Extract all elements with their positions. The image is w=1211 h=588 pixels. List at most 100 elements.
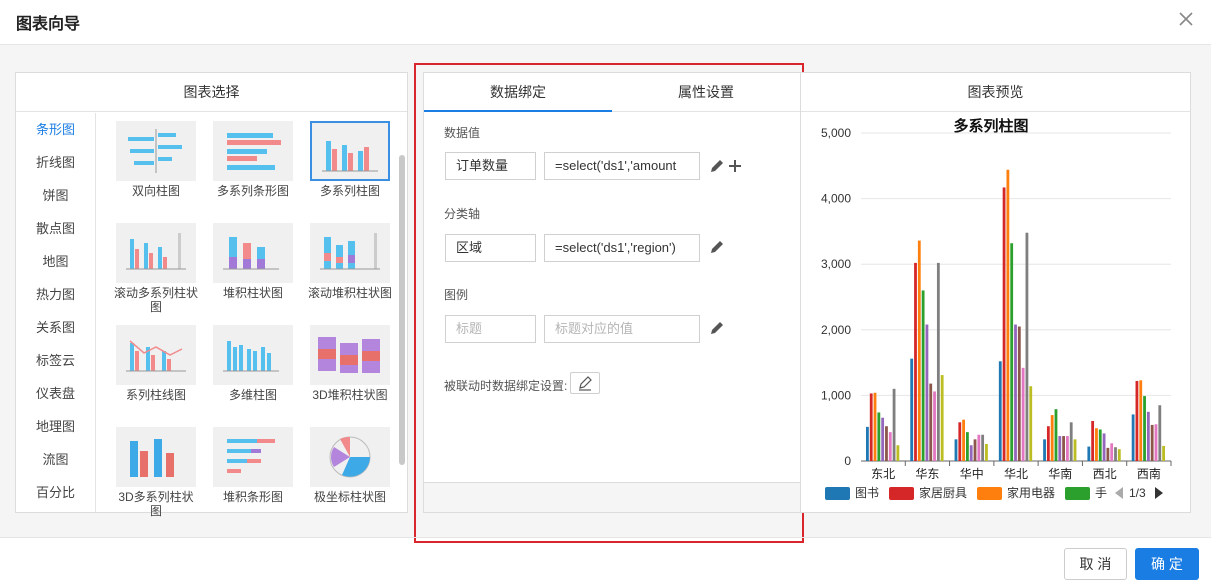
dialog-title: 图表向导 xyxy=(16,16,81,33)
bar xyxy=(940,375,944,461)
chart-thumb[interactable]: 双向柱图 xyxy=(114,121,198,198)
x-tick-label: 西北 xyxy=(1093,467,1117,481)
ok-button[interactable]: 确 定 xyxy=(1135,548,1199,580)
bar xyxy=(1106,447,1110,461)
chart-type-list: 条形图 折线图 饼图 散点图 地图 热力图 关系图 标签云 仪表盘 地理图 流图 百分比 xyxy=(16,113,96,512)
chart-thumb[interactable]: 多系列条形图 xyxy=(211,121,295,198)
bar xyxy=(1073,439,1077,461)
bar xyxy=(885,426,888,461)
footer-divider xyxy=(0,537,1211,538)
scrollbar-thumb[interactable] xyxy=(399,155,405,465)
legend-label: 手 xyxy=(1095,486,1108,500)
chart-type-item[interactable]: 折线图 xyxy=(16,146,95,179)
chart-thumb-label: 多维柱图 xyxy=(228,388,277,402)
close-icon[interactable] xyxy=(1177,10,1195,28)
bar xyxy=(1110,443,1114,461)
chart-select-panel: 图表选择 条形图 折线图 饼图 散点图 地图 热力图 关系图 标签云 仪表盘 地理图 流图 百分比 双… xyxy=(15,72,408,518)
bar xyxy=(917,240,921,461)
bidirectional-bar-chart-icon xyxy=(116,121,196,181)
y-tick-label: 5,000 xyxy=(821,126,851,140)
bar xyxy=(1046,426,1050,461)
chart-thumb[interactable]: 3D堆积柱状图 xyxy=(308,325,392,402)
chart-thumb[interactable]: 极坐标柱状图 xyxy=(308,427,392,504)
chart-type-item[interactable]: 地图 xyxy=(16,245,95,278)
bar xyxy=(1087,446,1091,461)
bar xyxy=(1135,380,1139,461)
chart-thumb-label: 系列柱线图 xyxy=(125,388,186,402)
preview-header: 图表预览 xyxy=(801,73,1190,112)
chart-thumb[interactable]: 系列柱线图 xyxy=(114,325,198,402)
chart-thumb-label: 3D堆积柱状图 xyxy=(312,388,388,402)
scroll-stacked-column-icon xyxy=(310,223,390,283)
chart-thumb[interactable]: 多系列柱图 xyxy=(308,121,392,198)
scroll-multi-column-icon xyxy=(116,223,196,283)
bar xyxy=(873,392,877,461)
y-tick-label: 3,000 xyxy=(821,257,851,271)
chart-thumb[interactable]: 堆积条形图 xyxy=(211,427,295,504)
legend-prev-icon[interactable] xyxy=(1113,485,1125,501)
chart-type-item[interactable]: 条形图 xyxy=(16,113,95,146)
bar xyxy=(962,419,965,461)
chart-type-item[interactable]: 饼图 xyxy=(16,179,95,212)
bar xyxy=(1069,422,1073,461)
bar xyxy=(998,361,1002,461)
bar xyxy=(1150,424,1154,461)
chart-type-item[interactable]: 流图 xyxy=(16,443,95,476)
chart-thumb-label: 堆积柱状图 xyxy=(222,286,283,300)
chart-thumb[interactable]: 堆积柱状图 xyxy=(211,223,295,300)
multi-series-column-icon xyxy=(310,121,390,181)
bar xyxy=(1143,396,1146,461)
bar xyxy=(929,383,933,461)
bar xyxy=(888,432,892,461)
x-tick-label: 华东 xyxy=(915,467,939,481)
bar xyxy=(1066,436,1069,461)
chart-preview-panel: 图表预览 多系列柱图 0 1,000 2,000 3,000 4,000 5,000 东北华… xyxy=(800,72,1191,513)
chart-type-item[interactable]: 标签云 xyxy=(16,344,95,377)
y-tick-label: 4,000 xyxy=(821,192,851,206)
legend-next-icon[interactable] xyxy=(1153,485,1165,501)
bar xyxy=(958,422,962,461)
chart-type-item[interactable]: 仪表盘 xyxy=(16,377,95,410)
gallery-scrollbar[interactable] xyxy=(398,113,406,512)
legend-label: 图书 xyxy=(855,486,880,500)
chart-thumb-label: 多系列柱图 xyxy=(319,184,380,198)
3d-stacked-column-icon xyxy=(310,325,390,385)
legend-label: 家居厨具 xyxy=(919,486,968,500)
bar xyxy=(1017,326,1021,461)
chart-thumb[interactable]: 滚动多系列柱状图 xyxy=(114,223,198,314)
column-line-icon xyxy=(116,325,196,385)
bar xyxy=(1058,436,1062,461)
x-tick-label: 华南 xyxy=(1048,466,1072,481)
chart-thumb-label: 滚动多系列柱状图 xyxy=(114,286,199,314)
chart-type-item[interactable]: 地理图 xyxy=(16,410,95,443)
legend-swatch xyxy=(977,487,1002,500)
chart-type-item[interactable]: 热力图 xyxy=(16,278,95,311)
bar xyxy=(1162,445,1165,461)
bar xyxy=(1154,424,1158,461)
chart-type-item[interactable]: 百分比 xyxy=(16,476,95,509)
chart-thumb[interactable]: 3D多系列柱状图 xyxy=(114,427,198,518)
chart-type-item[interactable]: 关系图 xyxy=(16,311,95,344)
legend-swatch xyxy=(1065,487,1090,500)
chart-thumb[interactable]: 多维柱图 xyxy=(211,325,295,402)
chart-thumb-label: 滚动堆积柱状图 xyxy=(308,286,393,300)
bar xyxy=(1139,380,1143,461)
chart-type-item[interactable]: 散点图 xyxy=(16,212,95,245)
x-tick-label: 华中 xyxy=(960,466,984,481)
bar xyxy=(881,417,885,461)
cancel-button[interactable]: 取 消 xyxy=(1064,548,1127,580)
chart-thumb[interactable]: 滚动堆积柱状图 xyxy=(308,223,392,300)
multi-dimension-column-icon xyxy=(213,325,293,385)
bar xyxy=(1025,232,1029,461)
bar xyxy=(1050,415,1054,461)
x-tick-label: 东北 xyxy=(871,467,895,481)
legend-pager: 1/3 xyxy=(1129,486,1146,500)
bar xyxy=(1114,447,1117,461)
bar xyxy=(954,439,958,461)
stacked-column-icon xyxy=(213,223,293,283)
bar xyxy=(1043,439,1046,461)
chart-thumb-label: 多系列条形图 xyxy=(216,184,289,198)
bar-chart: 0 1,000 2,000 3,000 4,000 5,000 东北 华东 华中 华北 华南 西北 西南 xyxy=(821,126,1172,481)
bar xyxy=(1029,386,1033,461)
y-tick-label: 0 xyxy=(844,454,851,468)
